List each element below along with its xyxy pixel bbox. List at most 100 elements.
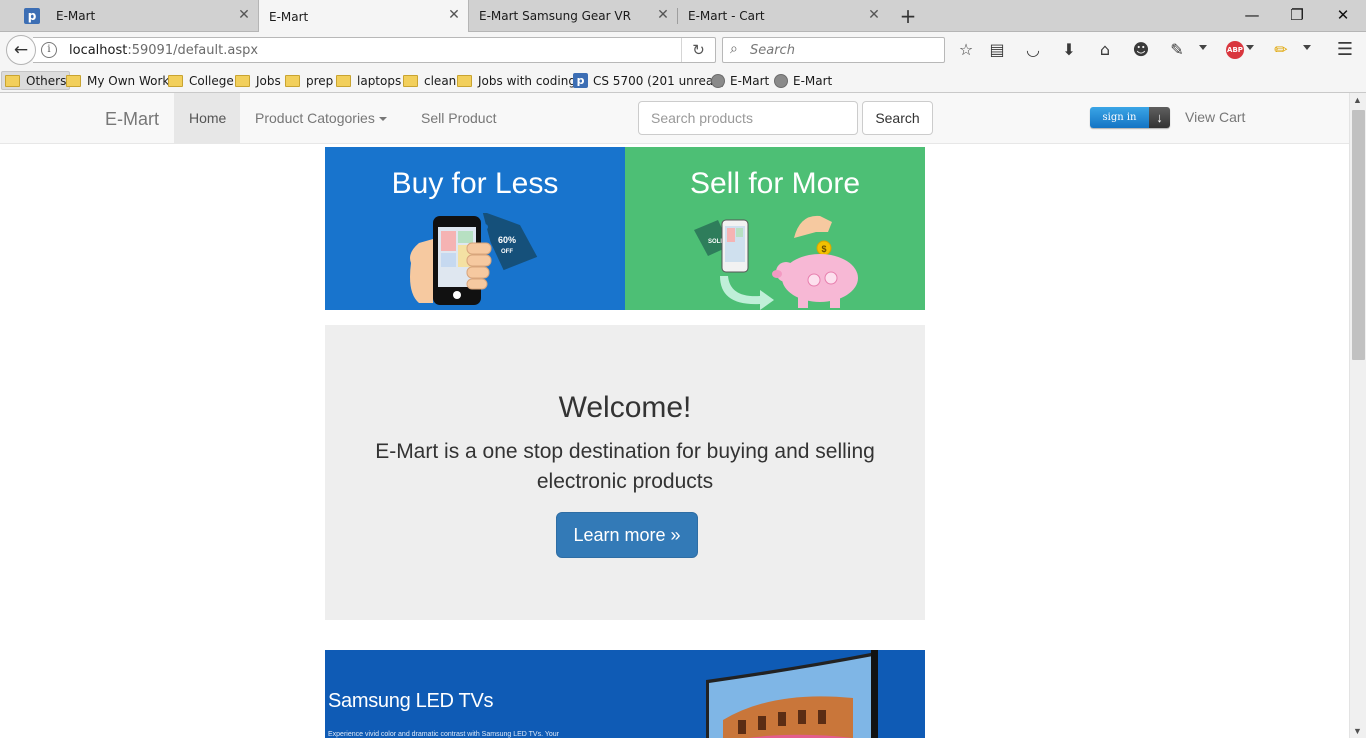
bookmark-college[interactable]: College: [168, 71, 234, 90]
buy-banner-title: Buy for Less: [391, 167, 559, 200]
url-bar[interactable]: i localhost:59091/default.aspx ↻: [33, 37, 716, 63]
download-icon[interactable]: ⬇: [1059, 40, 1079, 60]
url-host: localhost: [69, 43, 128, 58]
site-info-icon[interactable]: i: [41, 42, 57, 58]
scroll-up-arrow-icon[interactable]: ▲: [1353, 95, 1362, 105]
hello-chat-icon[interactable]: ☻: [1131, 40, 1151, 60]
site-navbar: E-Mart Home Product Catogories Sell Prod…: [0, 93, 1349, 144]
tab-emart-cart[interactable]: E-Mart - Cart ✕: [678, 0, 888, 32]
welcome-heading: Welcome!: [558, 391, 692, 424]
tab-emart-active[interactable]: E-Mart ✕: [258, 0, 469, 33]
bookmark-emart-2[interactable]: E-Mart: [774, 71, 832, 90]
tab-title: E-Mart Samsung Gear VR: [479, 9, 631, 23]
product-search-button[interactable]: Search: [862, 101, 933, 135]
nav-home[interactable]: Home: [174, 93, 240, 143]
page-viewport: E-Mart Home Product Catogories Sell Prod…: [0, 93, 1349, 738]
sign-in-button[interactable]: sign in ↓: [1090, 107, 1170, 128]
globe-icon: [774, 73, 788, 88]
bookmark-clean[interactable]: clean: [403, 71, 456, 90]
bookmark-label: prep: [306, 73, 334, 88]
search-placeholder: Search: [750, 43, 795, 58]
folder-icon: [235, 74, 250, 87]
tab-emart-samsung-gear-vr[interactable]: E-Mart Samsung Gear VR ✕: [469, 0, 677, 32]
scroll-down-arrow-icon[interactable]: ▼: [1353, 726, 1362, 736]
tv-banner-subtitle: Experience vivid color and dramatic cont…: [328, 731, 559, 738]
folder-icon: [457, 74, 472, 87]
site-brand[interactable]: E-Mart: [105, 109, 159, 130]
folder-icon: [168, 74, 183, 87]
chevron-down-icon[interactable]: [1246, 45, 1254, 50]
globe-icon: [711, 73, 725, 88]
scrollbar-thumb[interactable]: [1352, 110, 1365, 360]
folder-icon: [403, 74, 418, 87]
bookmark-label: My Own Work: [87, 73, 170, 88]
restore-button[interactable]: ❐: [1282, 4, 1312, 26]
view-cart-link[interactable]: View Cart: [1185, 109, 1245, 125]
welcome-text: E-Mart is a one stop destination for buy…: [375, 440, 875, 493]
sell-for-more-banner[interactable]: Sell for More SOLD $: [625, 147, 925, 310]
arrow-down-icon: ↓: [1149, 107, 1170, 128]
folder-icon: [66, 74, 81, 87]
menu-icon[interactable]: ☰: [1335, 40, 1355, 60]
nav-sell-product[interactable]: Sell Product: [406, 93, 511, 143]
chevron-down-icon[interactable]: [1303, 45, 1311, 50]
learn-more-button[interactable]: Learn more »: [556, 512, 698, 558]
search-icon: ⌕: [730, 41, 738, 57]
reload-icon[interactable]: ↻: [681, 38, 715, 62]
adblock-plus-icon[interactable]: ABP: [1226, 41, 1244, 59]
bookmark-cs5700[interactable]: p CS 5700 (201 unread): [573, 71, 725, 90]
back-button[interactable]: ←: [6, 35, 36, 65]
buy-for-less-banner[interactable]: Buy for Less 60% OFF: [325, 147, 625, 310]
bookmark-label: clean: [424, 73, 457, 88]
url-path: :59091/default.aspx: [127, 43, 259, 58]
reading-list-icon[interactable]: ▤: [987, 40, 1007, 60]
bookmark-star-icon[interactable]: ☆: [956, 40, 976, 60]
bookmark-label: Others: [26, 73, 67, 88]
bookmark-label: laptops: [357, 73, 402, 88]
nav-product-categories[interactable]: Product Catogories: [240, 93, 402, 143]
welcome-jumbotron: Welcome! E-Mart is a one stop destinatio…: [325, 325, 925, 620]
pluralsight-icon: p: [573, 73, 588, 88]
home-icon[interactable]: ⌂: [1095, 40, 1115, 60]
navigation-toolbar: i localhost:59091/default.aspx ↻ ← ⌕ Sea…: [0, 32, 1366, 68]
close-window-button[interactable]: ✕: [1328, 4, 1358, 26]
page-scrollbar[interactable]: ▲ ▼: [1349, 93, 1366, 738]
close-tab-icon[interactable]: ✕: [866, 7, 882, 23]
close-tab-icon[interactable]: ✕: [236, 7, 252, 23]
tab-emart-1[interactable]: p E-Mart ✕: [18, 0, 258, 32]
bookmark-label: E-Mart: [793, 73, 833, 88]
bookmarks-toolbar: Others My Own Work College Jobs prep lap…: [0, 68, 1366, 93]
sell-banner-title: Sell for More: [689, 167, 861, 200]
bookmark-jobs-with-coding[interactable]: Jobs with coding: [457, 71, 576, 90]
bookmark-laptops[interactable]: laptops: [336, 71, 401, 90]
close-tab-icon[interactable]: ✕: [655, 7, 671, 23]
browser-search-input[interactable]: ⌕ Search: [722, 37, 945, 63]
sell-piggy-bank-icon: SOLD $: [694, 215, 858, 310]
bookmark-prep[interactable]: prep: [285, 71, 333, 90]
folder-icon: [336, 74, 351, 87]
chevron-down-icon[interactable]: [1199, 45, 1207, 50]
pocket-icon[interactable]: ◡: [1023, 40, 1043, 60]
url-text[interactable]: localhost:59091/default.aspx: [69, 43, 258, 58]
tab-title: E-Mart: [56, 9, 96, 23]
bookmark-label: E-Mart: [730, 73, 770, 88]
close-tab-icon[interactable]: ✕: [446, 7, 462, 23]
bookmark-emart-1[interactable]: E-Mart: [711, 71, 769, 90]
extension-icon[interactable]: ✎: [1167, 40, 1187, 60]
new-tab-button[interactable]: +: [897, 5, 919, 27]
minimize-button[interactable]: —: [1237, 4, 1267, 26]
caret-down-icon: [378, 117, 387, 122]
phone-hand-icon: 60% OFF: [410, 213, 538, 305]
bookmark-others[interactable]: Others: [1, 71, 71, 90]
pencil-icon[interactable]: ✏: [1271, 40, 1291, 60]
nav-label: Product Catogories: [255, 110, 375, 126]
bookmark-my-own-work[interactable]: My Own Work: [66, 71, 169, 90]
samsung-tv-banner[interactable]: Samsung LED TVs Experience vivid color a…: [325, 650, 925, 738]
discount-percent: 60%: [498, 235, 516, 245]
discount-off: OFF: [501, 249, 513, 255]
product-search-input[interactable]: Search products: [638, 101, 858, 135]
bookmark-jobs[interactable]: Jobs: [235, 71, 281, 90]
folder-icon: [5, 74, 20, 87]
tv-banner-title: Samsung LED TVs: [328, 690, 494, 712]
samsung-tv-image: [706, 650, 878, 738]
